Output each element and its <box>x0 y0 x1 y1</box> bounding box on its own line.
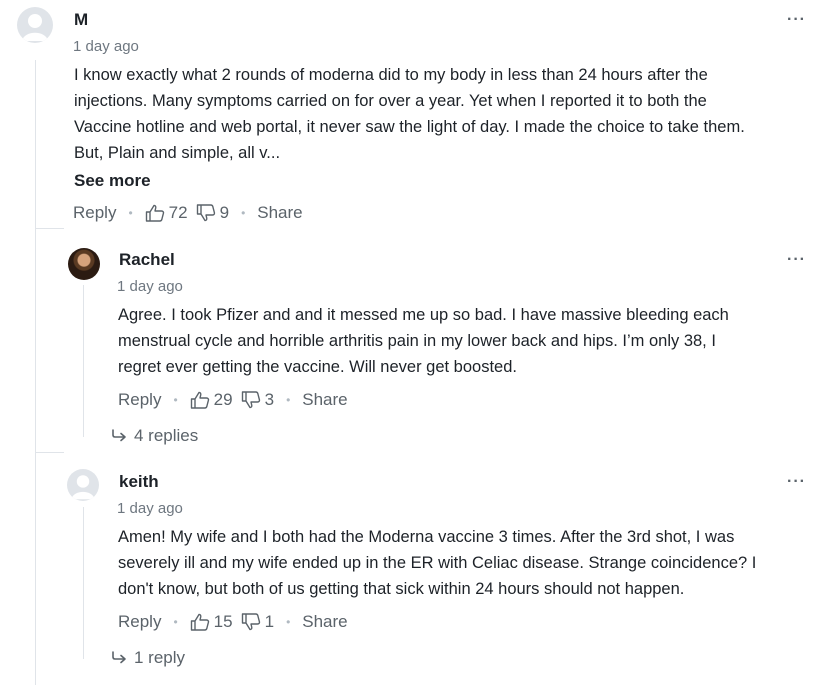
comment-menu-button[interactable]: ··· <box>787 11 806 29</box>
separator-dot: • <box>286 615 291 629</box>
separator-dot: • <box>241 206 246 220</box>
replies-count-label: 1 reply <box>134 648 186 667</box>
separator-dot: • <box>173 393 178 407</box>
user-avatar-icon <box>22 14 48 41</box>
reply-arrow-icon <box>112 429 128 443</box>
comment-body-line: Agree. I took Pfizer and and it messed m… <box>118 306 729 324</box>
separator-dot: • <box>128 206 133 220</box>
view-replies-link[interactable]: 1 reply <box>112 648 185 668</box>
dislike-count: 9 <box>219 203 230 222</box>
thread-line-rachel <box>83 285 84 437</box>
share-button[interactable]: Share <box>302 612 347 632</box>
comment-author[interactable]: Rachel <box>119 250 175 270</box>
thumbs-up-icon <box>190 613 210 631</box>
avatar[interactable] <box>17 7 53 43</box>
like-count: 29 <box>213 390 233 409</box>
share-button[interactable]: Share <box>257 203 302 223</box>
comment-body: Amen! My wife and I both had the Moderna… <box>118 524 808 602</box>
dislike-count: 3 <box>264 390 275 409</box>
comment-actions: Reply • 29 3 • Share <box>118 390 348 410</box>
like-button[interactable]: 72 <box>145 203 196 223</box>
comment-actions: Reply • 72 9 • Share <box>73 203 303 223</box>
thumbs-down-icon <box>196 204 216 222</box>
like-button[interactable]: 29 <box>190 390 241 410</box>
comment-actions: Reply • 15 1 • Share <box>118 612 348 632</box>
comment-body-line: I know exactly what 2 rounds of moderna … <box>74 66 708 84</box>
comment-body-line: severely ill and my wife ended up in the… <box>118 554 757 572</box>
avatar[interactable] <box>68 248 100 280</box>
like-count: 15 <box>213 612 233 631</box>
comment-body-line: Amen! My wife and I both had the Moderna… <box>118 528 735 546</box>
replies-count-label: 4 replies <box>134 426 199 445</box>
comment-body-line: But, Plain and simple, all v... <box>74 144 281 162</box>
reply-button[interactable]: Reply <box>73 203 116 223</box>
separator-dot: • <box>286 393 291 407</box>
thumbs-up-icon <box>190 391 210 409</box>
thumbs-up-icon <box>145 204 165 222</box>
user-avatar-icon <box>71 475 95 500</box>
comment-menu-button[interactable]: ··· <box>787 251 806 269</box>
like-button[interactable]: 15 <box>190 612 241 632</box>
comment-author[interactable]: keith <box>119 472 159 492</box>
comment-timestamp: 1 day ago <box>117 278 183 295</box>
comment-timestamp: 1 day ago <box>117 500 183 517</box>
reply-button[interactable]: Reply <box>118 612 161 632</box>
like-count: 72 <box>168 203 188 222</box>
reply-button[interactable]: Reply <box>118 390 161 410</box>
comment-body: I know exactly what 2 rounds of moderna … <box>74 62 814 166</box>
separator-dot: • <box>173 615 178 629</box>
thread-line-keith <box>83 507 84 659</box>
comment-timestamp: 1 day ago <box>73 38 139 55</box>
reply-arrow-icon <box>112 651 128 665</box>
dislike-button[interactable]: 1 <box>241 612 282 632</box>
thumbs-down-icon <box>241 391 261 409</box>
dislike-count: 1 <box>264 612 275 631</box>
comment-body-line: injections. Many symptoms carried on for… <box>74 92 707 110</box>
branch-line-keith <box>36 452 64 453</box>
view-replies-link[interactable]: 4 replies <box>112 426 198 446</box>
branch-line-rachel <box>36 228 64 229</box>
comment-body-line: don't know, but both of us getting that … <box>118 580 685 598</box>
dislike-button[interactable]: 9 <box>196 203 237 223</box>
share-button[interactable]: Share <box>302 390 347 410</box>
comment-body-line: Vaccine hotline and web portal, it never… <box>74 118 745 136</box>
comment-author[interactable]: M <box>74 10 88 30</box>
see-more-link[interactable]: See more <box>74 171 151 191</box>
dislike-button[interactable]: 3 <box>241 390 282 410</box>
avatar[interactable] <box>67 469 99 501</box>
comment-menu-button[interactable]: ··· <box>787 473 806 491</box>
comment-body: Agree. I took Pfizer and and it messed m… <box>118 302 808 380</box>
thumbs-down-icon <box>241 613 261 631</box>
comment-body-line: regret ever getting the vaccine. Will ne… <box>118 358 517 376</box>
comment-body-line: menstrual cycle and horrible arthritis p… <box>118 332 716 350</box>
thread-line-main <box>35 60 36 685</box>
